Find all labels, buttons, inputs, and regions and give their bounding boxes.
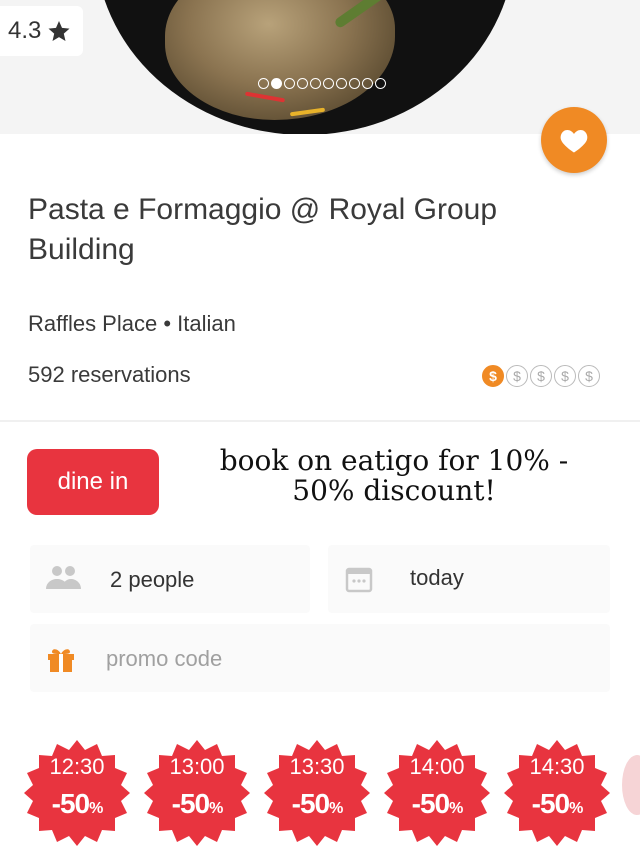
- timeslot-button[interactable]: 14:00 -50%: [382, 738, 492, 848]
- location-cuisine: Raffles Place • Italian: [28, 311, 236, 336]
- hero-image[interactable]: 4.3: [0, 0, 640, 134]
- calendar-icon: [345, 567, 373, 593]
- carousel-dot[interactable]: [336, 78, 347, 89]
- price-symbol-active: $: [482, 365, 504, 387]
- carousel-dot[interactable]: [284, 78, 295, 89]
- timeslot-discount: -50%: [291, 788, 344, 819]
- restaurant-name: Pasta e Formaggio @ Royal Group Building: [28, 193, 497, 266]
- date-selector[interactable]: today: [328, 545, 610, 613]
- timeslot-button[interactable]: 13:00 -50%: [142, 738, 252, 848]
- price-symbol: $: [530, 365, 552, 387]
- promo-code-field[interactable]: promo code: [30, 624, 610, 692]
- price-symbol: $: [554, 365, 576, 387]
- timeslot-next-partial[interactable]: [622, 755, 640, 815]
- dine-in-button[interactable]: dine in: [27, 449, 159, 515]
- timeslot-discount: -50%: [51, 788, 104, 819]
- favorite-button[interactable]: [541, 107, 607, 173]
- price-level: $ $ $ $ $: [482, 365, 600, 387]
- timeslot-button[interactable]: 14:30 -50%: [502, 738, 612, 848]
- carousel-dot[interactable]: [323, 78, 334, 89]
- carousel-dot-active[interactable]: [271, 78, 282, 89]
- carousel-dot[interactable]: [297, 78, 308, 89]
- carousel-dot[interactable]: [258, 78, 269, 89]
- timeslot-time: 14:00: [409, 754, 465, 779]
- timeslot-list: 12:30 -50% 13:00 -50% 13:30 -50% 14:00 -…: [22, 738, 612, 848]
- price-symbol: $: [578, 365, 600, 387]
- timeslot-button[interactable]: 12:30 -50%: [22, 738, 132, 848]
- carousel-dot[interactable]: [349, 78, 360, 89]
- reservation-count: 592 reservations: [28, 362, 191, 387]
- party-size-selector[interactable]: 2 people: [30, 545, 310, 613]
- promo-code-placeholder: promo code: [106, 646, 223, 671]
- promo-caption: book on eatigo for 10% - 50% discount!: [219, 444, 569, 507]
- timeslot-time: 13:30: [289, 754, 345, 779]
- gift-icon: [48, 649, 74, 672]
- rating-value: 4.3: [8, 17, 42, 44]
- rating-badge: 4.3: [0, 6, 84, 56]
- timeslot-time: 13:00: [169, 754, 225, 779]
- section-divider: [0, 420, 640, 422]
- timeslot-discount: -50%: [411, 788, 464, 819]
- timeslot-time: 14:30: [529, 754, 585, 779]
- timeslot-time: 12:30: [49, 754, 105, 779]
- carousel-dot[interactable]: [362, 78, 373, 89]
- people-value: 2 people: [110, 567, 195, 592]
- carousel-dot[interactable]: [310, 78, 321, 89]
- price-symbol: $: [506, 365, 528, 387]
- heart-icon: [560, 130, 588, 153]
- timeslot-discount: -50%: [531, 788, 584, 819]
- timeslot-button[interactable]: 13:30 -50%: [262, 738, 372, 848]
- people-icon: [46, 566, 81, 589]
- timeslot-discount: -50%: [171, 788, 224, 819]
- carousel-dot[interactable]: [375, 78, 386, 89]
- carousel-indicator[interactable]: [258, 78, 386, 89]
- star-icon: [48, 21, 70, 41]
- date-value: today: [410, 565, 464, 590]
